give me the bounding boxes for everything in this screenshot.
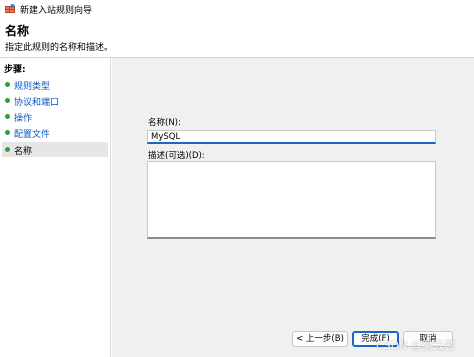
step-label: 规则类型 <box>14 82 51 92</box>
step-protocol-ports[interactable]: 协议和端口 <box>2 93 108 108</box>
name-input[interactable] <box>147 130 436 144</box>
content-pane: 名称(N): 描述(可选)(D): < 上一步(B) 完成(F) 取消 <box>112 58 474 357</box>
steps-heading: 步骤: <box>4 65 26 75</box>
step-profile[interactable]: 配置文件 <box>2 125 108 140</box>
page-subtitle: 指定此规则的名称和描述。 <box>5 43 114 53</box>
green-dot-icon <box>5 147 10 152</box>
title-bar: 新建入站规则向导 <box>0 0 474 18</box>
step-action[interactable]: 操作 <box>2 109 108 124</box>
page-title: 名称 <box>5 24 30 38</box>
description-label: 描述(可选)(D): <box>148 151 205 161</box>
green-dot-icon <box>5 130 10 135</box>
green-dot-icon <box>5 98 10 103</box>
firewall-icon <box>5 4 15 13</box>
green-dot-icon <box>5 82 10 87</box>
step-label: 操作 <box>14 114 33 124</box>
watermark: CSDN @梁云亮 <box>376 339 455 352</box>
description-textarea[interactable] <box>147 161 436 239</box>
back-button[interactable]: < 上一步(B) <box>292 331 348 347</box>
window-title: 新建入站规则向导 <box>20 6 93 16</box>
green-dot-icon <box>5 114 10 119</box>
step-name[interactable]: 名称 <box>2 142 108 157</box>
step-label: 名称 <box>14 147 33 157</box>
step-rule-type[interactable]: 规则类型 <box>2 77 108 92</box>
name-label: 名称(N): <box>148 118 181 128</box>
steps-pane: 步骤: 规则类型 协议和端口 操作 配置文件 名称 <box>0 58 111 357</box>
step-label: 配置文件 <box>14 130 51 140</box>
step-label: 协议和端口 <box>14 98 60 108</box>
wizard-header: 名称 指定此规则的名称和描述。 <box>0 18 474 58</box>
